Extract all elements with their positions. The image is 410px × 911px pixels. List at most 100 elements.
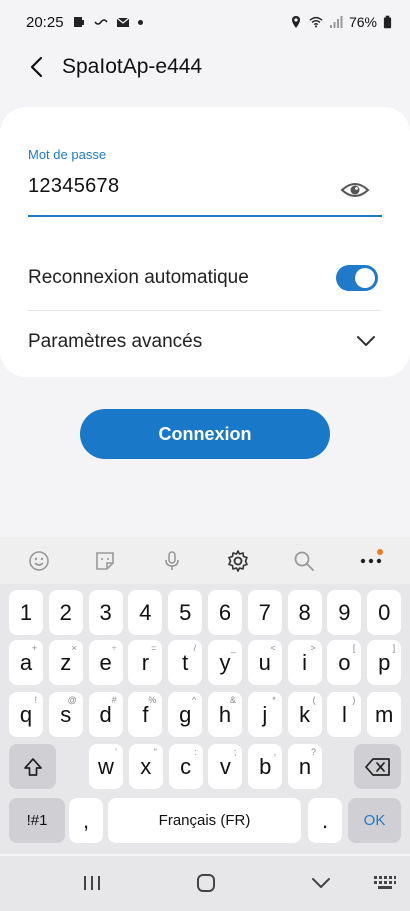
key-v[interactable]: v; [208,744,243,789]
key-secondary-symbol: % [148,695,157,705]
key-label: g [179,701,192,727]
backspace-icon [364,757,390,776]
advanced-settings-row[interactable]: Paramètres avancés [28,310,382,372]
key-secondary-symbol: = [151,643,157,653]
key-label: c [180,753,192,779]
ok-key[interactable]: OK [348,798,401,843]
navigation-bar [0,856,410,911]
key-d[interactable]: d # [88,692,123,737]
comma-key[interactable]: , [69,798,103,843]
key-label: n [298,753,312,779]
key-7[interactable]: 7 [247,590,282,635]
key-x[interactable]: x " [128,744,163,789]
key-secondary-symbol: & [229,695,236,705]
key-label: j [262,701,268,727]
symbols-key[interactable]: !#1 [9,798,65,843]
advanced-settings-label: Paramètres avancés [28,330,203,352]
shift-icon [23,757,42,776]
key-label: e [99,649,112,675]
key-9[interactable]: 9 [327,590,362,635]
search-button[interactable] [290,547,318,575]
key-4[interactable]: 4 [128,590,163,635]
key-r[interactable]: r = [128,640,163,685]
show-password-button[interactable] [340,177,372,205]
key-secondary-symbol: ] [392,643,396,653]
auto-reconnect-toggle[interactable] [336,265,378,291]
key-i[interactable]: i > [287,640,322,685]
backspace-key[interactable] [354,744,401,789]
key-y[interactable]: y _ [208,640,242,685]
connect-button[interactable]: Connexion [80,409,330,459]
key-h[interactable]: h & [208,692,242,737]
key-0[interactable]: 0 [367,590,402,635]
recent-apps-button[interactable] [79,870,105,896]
keyboard-switch-button[interactable] [372,870,398,896]
key-label: 4 [139,599,152,625]
key-secondary-symbol: × [71,643,77,653]
key-k[interactable]: k( [287,692,322,737]
key-label: k [299,701,311,727]
key-8[interactable]: 8 [287,590,322,635]
mail-icon [116,17,129,27]
key-secondary-symbol: ^ [191,695,197,705]
auto-reconnect-row[interactable]: Reconnexion automatique [28,247,382,309]
key-s[interactable]: s @ [48,692,83,737]
key-secondary-symbol: @ [67,695,77,705]
key-f[interactable]: f% [128,692,163,737]
hide-keyboard-button[interactable] [308,870,334,896]
key-n[interactable]: n? [288,744,322,789]
key-q[interactable]: q! [9,692,43,737]
key-2[interactable]: 2 [48,590,83,635]
emoji-button[interactable] [25,547,53,575]
key-label: 8 [298,599,311,625]
battery-percent: 76% [348,14,377,30]
key-secondary-symbol: ! [34,695,37,705]
microphone-icon [165,550,179,570]
signal-icon [329,16,343,28]
key-u[interactable]: u < [247,640,282,685]
space-key[interactable]: Français (FR) [108,798,301,843]
key-b[interactable]: b, [248,744,283,789]
key-c[interactable]: c: [168,744,203,789]
emoji-icon [29,550,49,571]
keyboard-icon [374,876,396,889]
key-z[interactable]: z × [48,640,83,685]
key-1[interactable]: 1 [9,590,43,635]
key-p[interactable]: p] [367,640,402,685]
more-options-button[interactable] [357,547,385,575]
key-label: i [302,649,308,675]
key-secondary-symbol: _ [230,643,236,653]
key-w[interactable]: w ' [89,744,123,789]
keyboard-settings-button[interactable] [224,547,252,575]
password-input[interactable]: 12345678 [28,175,119,198]
period-key[interactable]: . [308,798,342,843]
back-button[interactable] [24,54,50,80]
keyboard: 1 2 3 4 5 6 7 8 9 0 a + z × e ÷ r = t / y _ u < i > o[p] q! s @ d # f% g ^… [0,584,410,854]
key-e[interactable]: e ÷ [88,640,123,685]
key-label: m [375,701,394,727]
shift-key[interactable] [9,744,56,789]
key-j[interactable]: j * [247,692,282,737]
key-o[interactable]: o[ [327,640,362,685]
key-label: f [142,701,149,727]
key-label: t [182,649,189,675]
key-3[interactable]: 3 [88,590,123,635]
key-secondary-symbol: / [193,643,197,653]
key-secondary-symbol: * [272,695,276,705]
home-button[interactable] [193,870,219,896]
key-label: u [258,649,271,675]
key-5[interactable]: 5 [168,590,203,635]
key-g[interactable]: g ^ [168,692,203,737]
key-m[interactable]: m [367,692,402,737]
voice-input-button[interactable] [158,547,186,575]
sticker-button[interactable] [91,547,119,575]
key-secondary-symbol: , [273,747,277,757]
key-l[interactable]: l) [327,692,362,737]
key-t[interactable]: t / [168,640,203,685]
key-label: y [219,649,231,675]
key-6[interactable]: 6 [208,590,242,635]
sticker-icon [96,551,115,570]
key-a[interactable]: a + [9,640,43,685]
home-icon [197,874,215,892]
key-label: l [341,701,347,727]
